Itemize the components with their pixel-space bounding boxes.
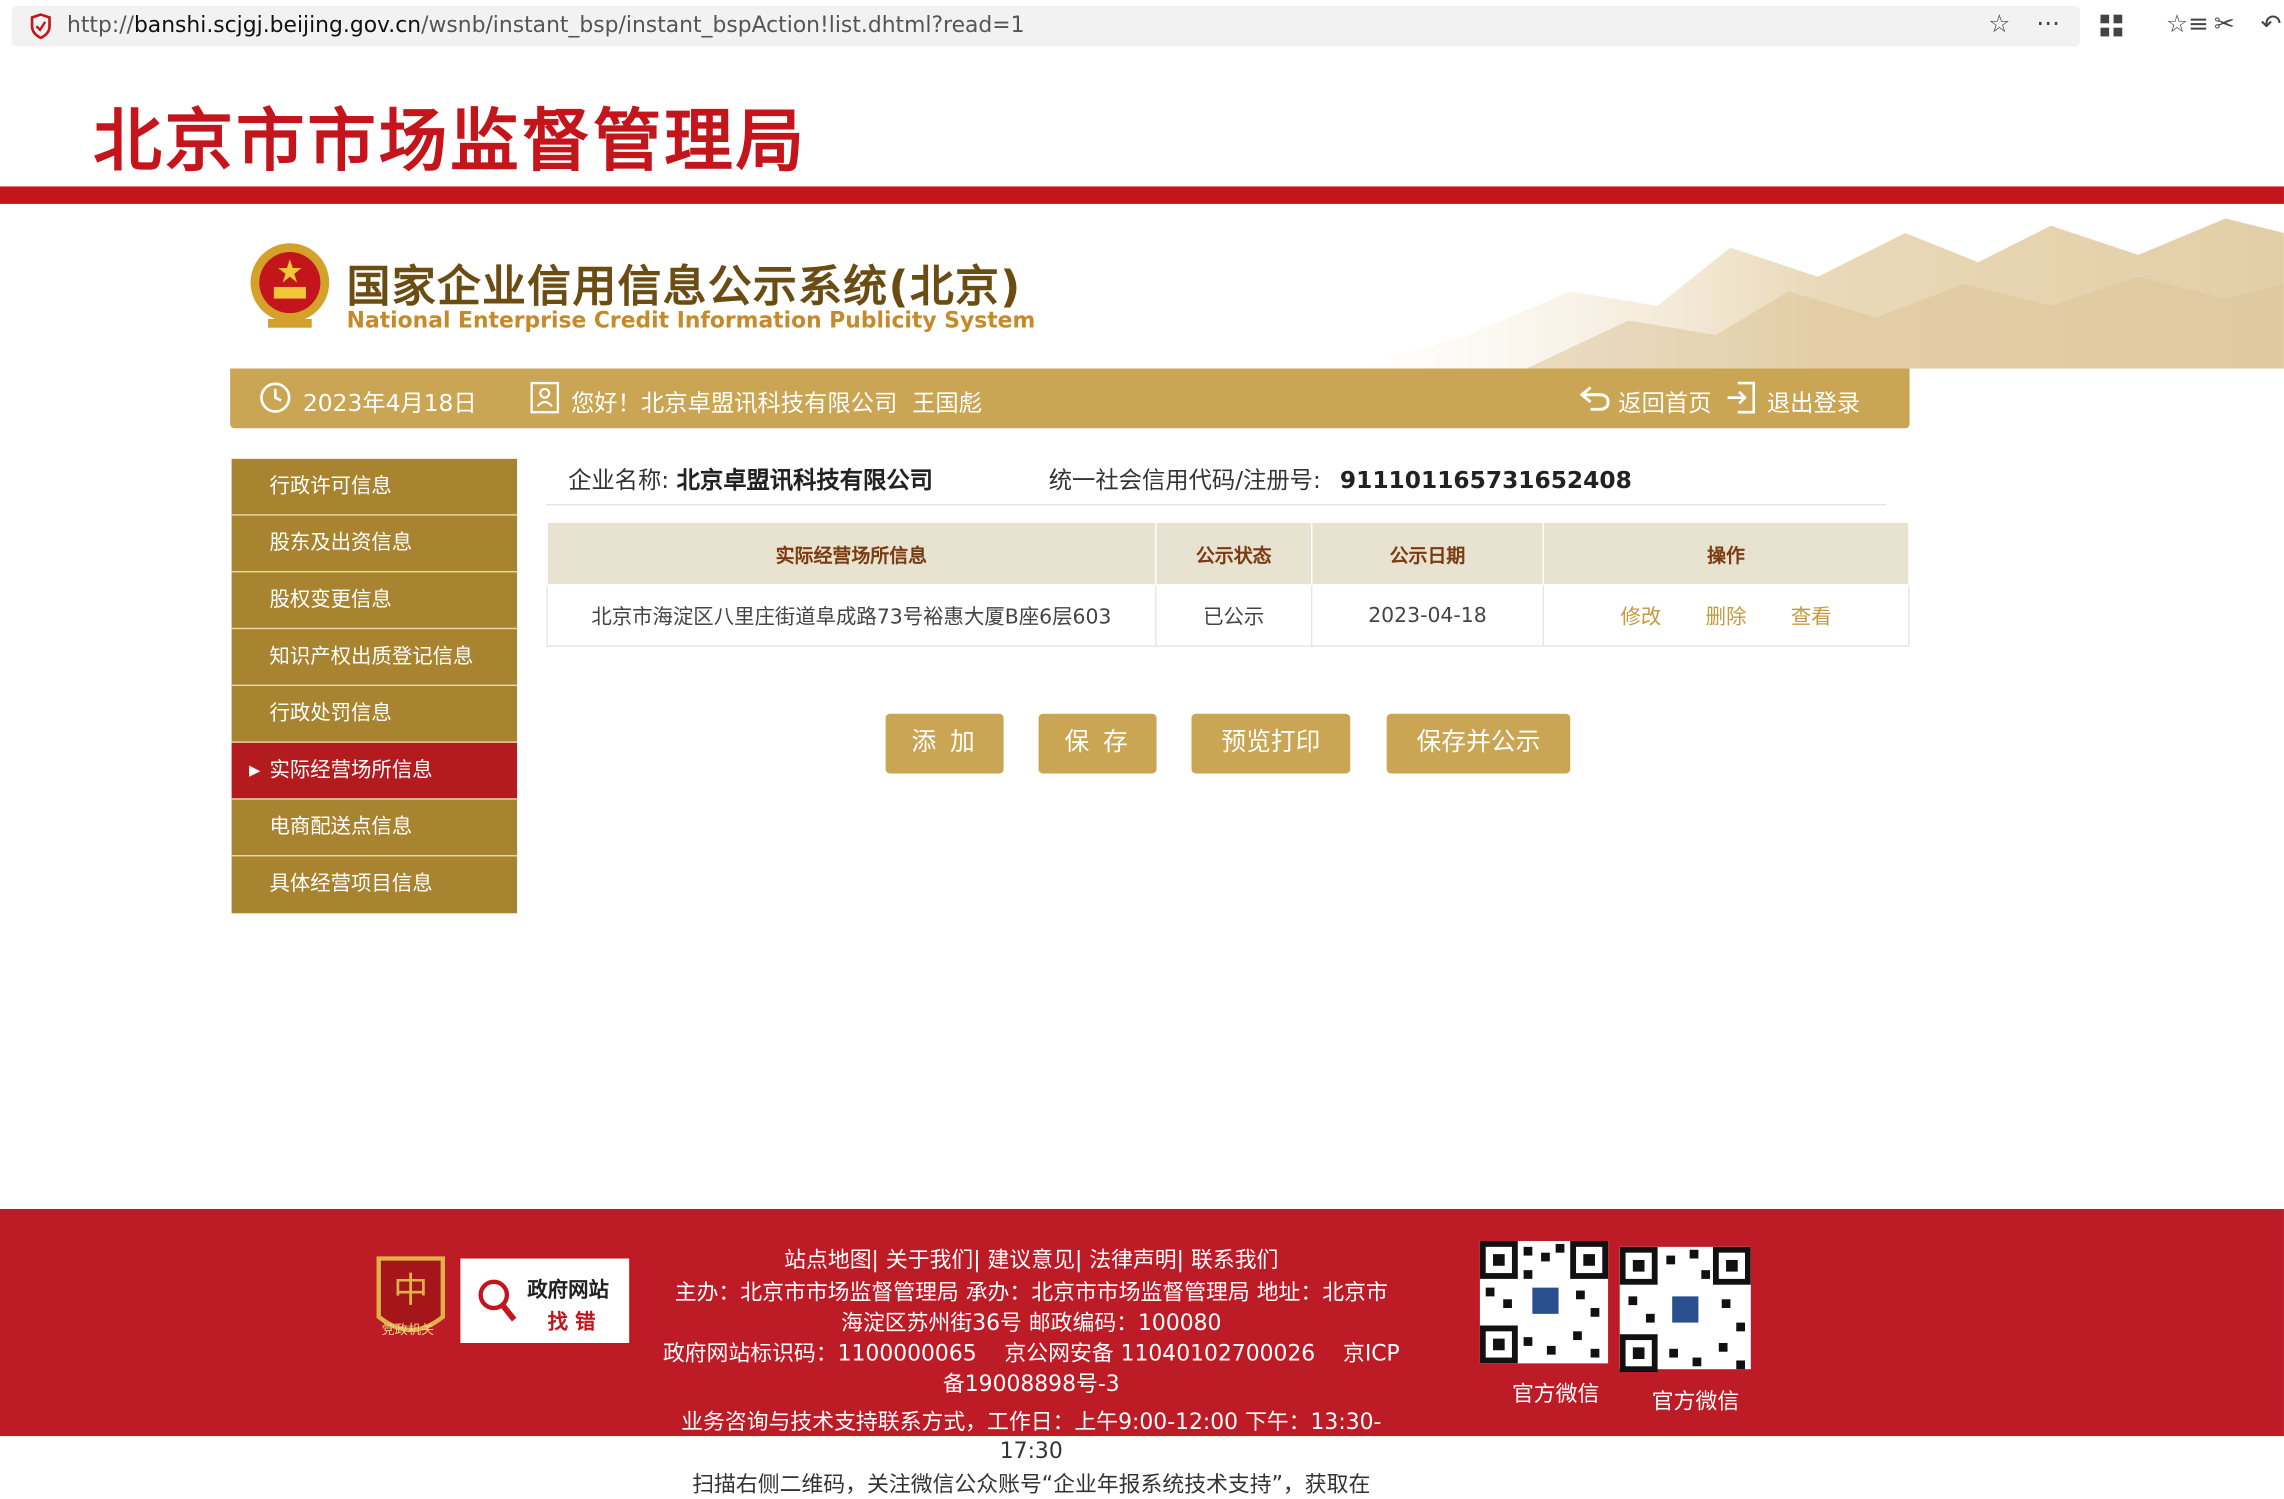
more-icon[interactable]: ···	[2036, 10, 2060, 39]
current-date: 2023年4月18日	[302, 388, 477, 417]
gov-badge-top: 政府网站	[527, 1278, 609, 1303]
table-header-row: 实际经营场所信息 公示状态 公示日期 操作	[546, 521, 1910, 586]
footer-registration-line: 政府网站标识码：1100000065 京公网安备 11040102700026 …	[662, 1340, 1400, 1367]
sidebar-item-business-items[interactable]: 具体经营项目信息	[231, 856, 518, 914]
greeting-text: 您好！北京卓盟讯科技有限公司 王国彪	[570, 388, 983, 417]
url-text[interactable]: http://banshi.scjgj.beijing.gov.cn/wsnb/…	[67, 12, 1024, 38]
credit-code: 911101165731652408	[1339, 466, 1632, 494]
party-badge-label: 党政机关	[381, 1324, 435, 1339]
save-button[interactable]: 保 存	[1038, 713, 1157, 774]
home-return-link[interactable]: 返回首页	[1618, 383, 1711, 418]
party-agency-badge[interactable]: 中 党政机关	[370, 1253, 452, 1346]
table-row: 北京市海淀区八里庄街道阜成路73号裕惠大厦B座6层603 已公示 2023-04…	[546, 584, 1910, 647]
tools-icon[interactable]: ✂	[2214, 10, 2235, 39]
credit-code-label: 统一社会信用代码/注册号:	[1048, 466, 1321, 494]
premises-table: 实际经营场所信息 公示状态 公示日期 操作 北京市海淀区八里庄街道阜成路73号裕…	[546, 521, 1910, 647]
edit-link[interactable]: 修改	[1621, 605, 1662, 628]
qr-caption-1: 官方微信	[1511, 1380, 1600, 1408]
clock-icon	[259, 382, 291, 420]
star-icon[interactable]: ☆	[1988, 10, 2010, 39]
company-name: 北京卓盟讯科技有限公司	[676, 466, 933, 494]
status-cell: 已公示	[1155, 584, 1313, 647]
system-name-en: National Enterprise Credit Information P…	[346, 307, 1036, 334]
user-card-icon	[529, 380, 561, 421]
sidebar-item-delivery-points[interactable]: 电商配送点信息	[231, 799, 518, 857]
preview-print-button[interactable]: 预览打印	[1191, 713, 1351, 774]
wechat-qr-code-2	[1619, 1246, 1751, 1373]
favorites-icon[interactable]: ☆≡	[2166, 10, 2209, 39]
footer-host-line: 主办：北京市市场监督管理局 承办：北京市市场监督管理局 地址：北京市	[674, 1278, 1388, 1306]
add-button[interactable]: 添 加	[885, 713, 1004, 774]
sidebar-item-ip-pledge[interactable]: 知识产权出质登记信息	[231, 629, 518, 687]
logout-icon[interactable]	[1725, 380, 1757, 421]
company-name-row: 企业名称: 北京卓盟讯科技有限公司	[568, 460, 933, 495]
banner	[0, 204, 2284, 369]
home-return-icon[interactable]	[1579, 383, 1611, 418]
column-header: 公示日期	[1310, 521, 1544, 586]
footer-address-line: 海淀区苏州街36号 邮政编码：100080	[841, 1309, 1222, 1336]
mountain-illustration	[1351, 218, 2284, 369]
sidebar-item-admin-penalty[interactable]: 行政处罚信息	[231, 686, 518, 743]
footer-wechat-line: 扫描右侧二维码，关注微信公众账号“企业年报系统技术支持”，获取在	[692, 1471, 1371, 1498]
column-header: 公示状态	[1155, 521, 1313, 586]
column-header: 操作	[1542, 521, 1910, 586]
footer-links[interactable]: 站点地图| 关于我们| 建议意见| 法律声明| 联系我们	[629, 1244, 1433, 1275]
column-header: 实际经营场所信息	[546, 521, 1157, 586]
save-publish-button[interactable]: 保存并公示	[1386, 713, 1571, 774]
svg-text:中: 中	[393, 1271, 428, 1311]
magnifier-icon	[478, 1279, 517, 1322]
qr-caption-2: 官方微信	[1651, 1388, 1740, 1415]
sidebar-item-equity-change[interactable]: 股权变更信息	[231, 572, 518, 630]
divider	[546, 503, 1887, 506]
sidebar-item-shareholders[interactable]: 股东及出资信息	[231, 515, 518, 573]
back-icon[interactable]: ↶	[2261, 10, 2282, 39]
wechat-qr-code-1	[1479, 1241, 1609, 1364]
national-emblem-icon	[250, 243, 330, 328]
footer-icp-line: 备19008898号-3	[942, 1370, 1120, 1397]
logout-link[interactable]: 退出登录	[1767, 383, 1860, 418]
footer-support-line: 业务咨询与技术支持联系方式，工作日：上午9:00-12:00 下午：13:30-	[681, 1408, 1382, 1435]
sidebar-item-admin-license[interactable]: 行政许可信息	[231, 458, 518, 516]
view-link[interactable]: 查看	[1791, 605, 1832, 628]
apps-icon[interactable]	[2100, 14, 2123, 44]
system-name-cn: 国家企业信用信息公示系统(北京)	[346, 262, 1022, 314]
company-name-label: 企业名称:	[568, 466, 670, 494]
gov-site-error-badge[interactable]: 政府网站 找 错	[458, 1257, 631, 1345]
credit-code-row: 统一社会信用代码/注册号: 911101165731652408	[1049, 460, 1632, 495]
shield-icon[interactable]	[29, 13, 52, 45]
actions-cell: 修改 删除 查看	[1542, 584, 1910, 647]
gov-badge-bottom: 找 错	[547, 1310, 596, 1335]
delete-link[interactable]: 删除	[1706, 605, 1747, 628]
site-title: 北京市市场监督管理局	[93, 101, 807, 183]
sidebar-menu: 行政许可信息 股东及出资信息 股权变更信息 知识产权出质登记信息 行政处罚信息 …	[231, 458, 518, 914]
date-cell: 2023-04-18	[1310, 584, 1544, 647]
header-divider	[0, 186, 2284, 204]
sidebar-item-business-premises[interactable]: ▶ 实际经营场所信息	[231, 742, 518, 800]
footer-support-hours: 17:30	[999, 1437, 1063, 1464]
active-arrow-icon: ▶	[249, 763, 261, 780]
address-cell: 北京市海淀区八里庄街道阜成路73号裕惠大厦B座6层603	[546, 584, 1157, 647]
